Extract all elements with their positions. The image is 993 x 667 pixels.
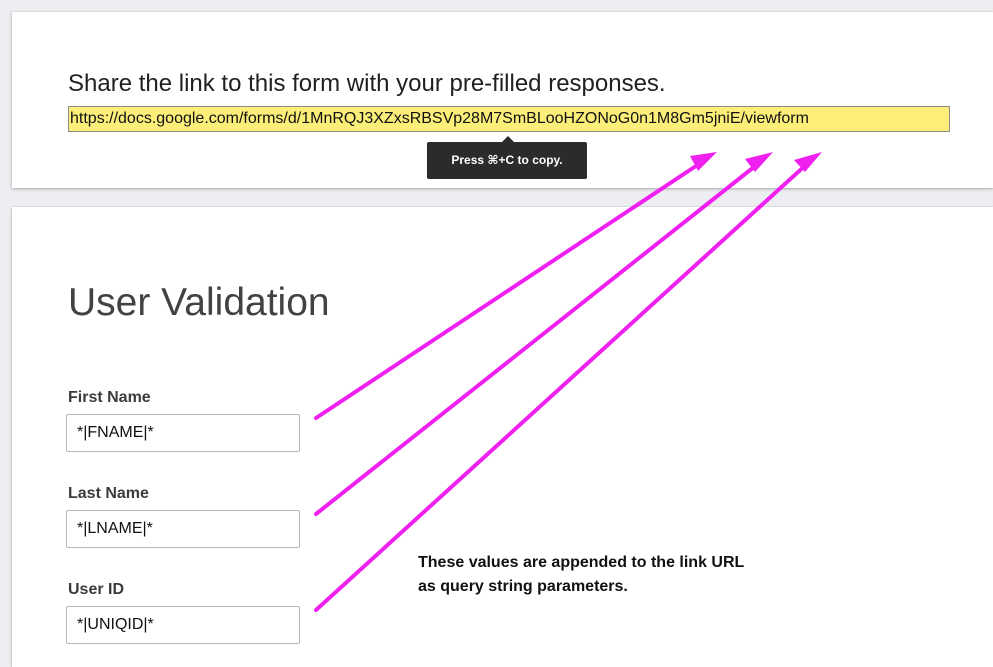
- user-id-input[interactable]: [66, 606, 300, 644]
- annotation-note-line: These values are appended to the link UR…: [418, 554, 745, 571]
- annotation-note-line: as query string parameters.: [418, 578, 628, 595]
- form-title: User Validation: [68, 281, 330, 324]
- annotation-note: These values are appended to the link UR…: [418, 551, 744, 599]
- prefilled-link-field[interactable]: [68, 106, 950, 132]
- share-heading: Share the link to this form with your pr…: [68, 70, 666, 97]
- user-id-label: User ID: [68, 581, 125, 598]
- share-link-card: Share the link to this form with your pr…: [12, 12, 993, 188]
- first-name-input[interactable]: [66, 414, 300, 452]
- copy-tooltip: Press ⌘+C to copy.: [427, 136, 587, 179]
- first-name-label: First Name: [68, 389, 151, 406]
- form-card: User Validation First Name Last Name Use…: [12, 207, 993, 667]
- last-name-label: Last Name: [68, 485, 149, 502]
- last-name-input[interactable]: [66, 510, 300, 548]
